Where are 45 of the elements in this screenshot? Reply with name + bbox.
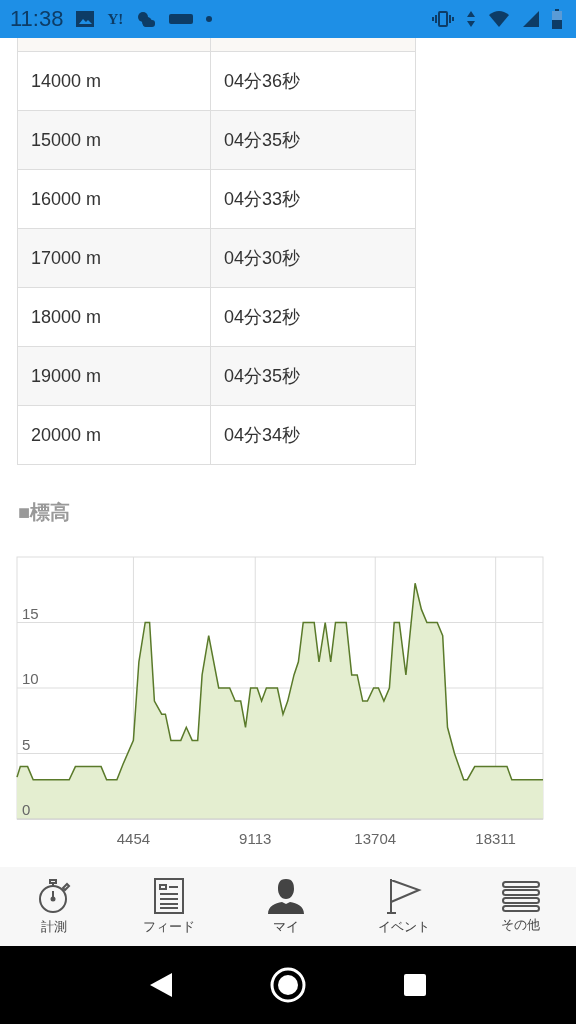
table-cell: 17000 m <box>18 229 211 287</box>
y-tick-label: 5 <box>22 735 31 753</box>
clock: 11:38 <box>10 6 64 32</box>
table-cell: 19000 m <box>18 347 211 405</box>
recents-icon[interactable] <box>403 973 428 997</box>
nav-tab[interactable]: マイ <box>262 875 311 938</box>
table-cell: 04分35秒 <box>211 347 416 405</box>
nav-tab[interactable]: フィード <box>139 875 200 938</box>
x-tick-label: 9113 <box>239 830 272 847</box>
battery-icon <box>552 9 562 29</box>
table-cell: 14000 m <box>18 52 211 110</box>
image-icon <box>75 10 96 28</box>
nav-tab[interactable]: 計測 <box>31 875 76 938</box>
y-tick-label: 0 <box>22 801 31 818</box>
y-tick-label: 15 <box>22 604 39 622</box>
x-tick-label: 18311 <box>475 830 516 847</box>
table-cell: 16000 m <box>18 170 211 228</box>
app-icon <box>169 13 194 25</box>
flag-icon <box>385 877 422 914</box>
table-cell: 04分36秒 <box>211 52 416 110</box>
person-icon <box>266 877 307 914</box>
table-cell: 04分30秒 <box>211 229 416 287</box>
signal-icon <box>522 10 540 28</box>
table-cell: 04分32秒 <box>211 288 416 346</box>
table-cell: 18000 m <box>18 288 211 346</box>
section-title: ■標高 <box>18 500 72 525</box>
y-tick-label: 10 <box>22 670 39 687</box>
table-cell: 20000 m <box>18 406 211 464</box>
nav-tab[interactable]: その他 <box>497 877 545 936</box>
back-icon[interactable] <box>148 972 173 998</box>
data-arrows-icon <box>466 10 476 28</box>
x-tick-label: 13704 <box>354 830 397 847</box>
home-icon[interactable] <box>270 967 306 1003</box>
notification-text: Y! <box>107 10 124 28</box>
table-cell: 04分34秒 <box>211 406 416 464</box>
weather-icon <box>135 10 158 28</box>
table-cell: 15000 m <box>18 111 211 169</box>
table-cell: 04分33秒 <box>211 170 416 228</box>
wifi-icon <box>488 10 510 28</box>
vibrate-icon <box>432 10 454 28</box>
nav-tab[interactable]: イベント <box>373 875 434 938</box>
dot-icon <box>205 15 214 23</box>
x-tick-label: 4454 <box>116 830 151 847</box>
table-cell: 04分35秒 <box>211 111 416 169</box>
menu-icon <box>501 879 540 912</box>
